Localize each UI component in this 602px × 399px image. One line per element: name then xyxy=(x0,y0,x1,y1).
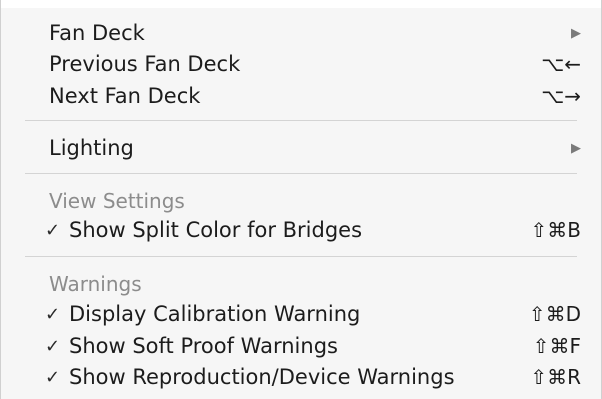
shortcut-label: ⌥→ xyxy=(541,84,581,108)
menu-item-show-reproduction-device-warnings[interactable]: ✓ Show Reproduction/Device Warnings ⇧⌘R xyxy=(1,362,601,393)
menu-item-label: Show Split Color for Bridges xyxy=(69,218,363,242)
checkmark-icon: ✓ xyxy=(45,336,61,357)
shortcut-label: ⇧⌘F xyxy=(532,334,581,358)
menu-item-display-calibration-warning[interactable]: ✓ Display Calibration Warning ⇧⌘D xyxy=(1,299,601,330)
menu-separator xyxy=(25,120,577,121)
section-header-warnings: Warnings xyxy=(49,272,142,296)
menu-item-label: Lighting xyxy=(49,136,134,160)
menu-item-previous-fan-deck[interactable]: Previous Fan Deck ⌥← xyxy=(1,49,601,80)
menu-item-label: Show Reproduction/Device Warnings xyxy=(69,365,455,389)
submenu-arrow-icon: ▶ xyxy=(571,141,581,156)
section-header-view-settings: View Settings xyxy=(49,189,185,213)
menu-top-edge xyxy=(1,0,601,8)
view-menu: Fan Deck ▶ Previous Fan Deck ⌥← Next Fan… xyxy=(0,0,602,399)
menu-item-show-soft-proof-warnings[interactable]: ✓ Show Soft Proof Warnings ⇧⌘F xyxy=(1,331,601,362)
submenu-arrow-icon: ▶ xyxy=(571,26,581,41)
checkmark-icon: ✓ xyxy=(45,367,61,388)
menu-item-label: Previous Fan Deck xyxy=(49,52,241,76)
menu-item-next-fan-deck[interactable]: Next Fan Deck ⌥→ xyxy=(1,81,601,112)
checkmark-icon: ✓ xyxy=(45,220,61,241)
menu-item-show-split-color[interactable]: ✓ Show Split Color for Bridges ⇧⌘B xyxy=(1,215,601,246)
menu-item-label: Display Calibration Warning xyxy=(69,302,361,326)
menu-item-lighting[interactable]: Lighting ▶ xyxy=(1,133,601,164)
shortcut-label: ⇧⌘B xyxy=(530,218,581,242)
shortcut-label: ⇧⌘R xyxy=(530,365,581,389)
menu-item-fan-deck[interactable]: Fan Deck ▶ xyxy=(1,18,601,49)
menu-separator xyxy=(25,173,577,174)
shortcut-label: ⇧⌘D xyxy=(528,302,581,326)
menu-item-label: Show Soft Proof Warnings xyxy=(69,334,338,358)
menu-item-label: Next Fan Deck xyxy=(49,84,201,108)
shortcut-label: ⌥← xyxy=(541,52,581,76)
menu-item-label: Fan Deck xyxy=(49,21,145,45)
checkmark-icon: ✓ xyxy=(45,304,61,325)
menu-separator xyxy=(25,256,577,257)
